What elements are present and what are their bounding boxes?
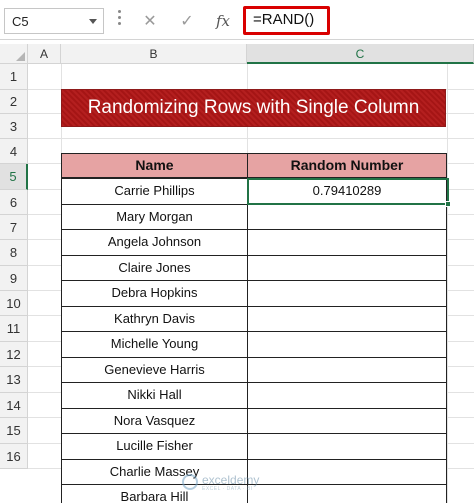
cell-random-number[interactable] bbox=[247, 407, 447, 435]
cell-random-number[interactable] bbox=[247, 433, 447, 460]
gridline bbox=[447, 64, 448, 503]
row-header-16[interactable]: 16 bbox=[0, 444, 28, 469]
cell-random-number[interactable] bbox=[247, 356, 447, 384]
cell-name[interactable]: Debra Hopkins bbox=[61, 280, 248, 307]
cell-random-number[interactable] bbox=[247, 331, 447, 358]
row-header-2[interactable]: 2 bbox=[0, 90, 28, 114]
cell-random-number[interactable] bbox=[247, 254, 447, 282]
title-text: Randomizing Rows with Single Column bbox=[87, 97, 420, 118]
watermark: exceldemy EXCEL · DATA · BI bbox=[182, 472, 292, 494]
row-header-9[interactable]: 9 bbox=[0, 266, 28, 291]
cell-name[interactable]: Carrie Phillips bbox=[61, 178, 248, 205]
cell-random-number[interactable] bbox=[247, 382, 447, 409]
column-header-b[interactable]: B bbox=[61, 44, 247, 64]
cell-name[interactable]: Lucille Fisher bbox=[61, 433, 248, 460]
fill-handle[interactable] bbox=[445, 201, 451, 207]
row-header-1[interactable]: 1 bbox=[0, 64, 28, 90]
row-header-6[interactable]: 6 bbox=[0, 190, 28, 215]
cell-name[interactable]: Genevieve Harris bbox=[61, 356, 248, 384]
row-header-13[interactable]: 13 bbox=[0, 367, 28, 393]
column-header-c[interactable]: C bbox=[247, 44, 474, 64]
title-banner: Randomizing Rows with Single Column bbox=[61, 89, 446, 127]
watermark-tagline: EXCEL · DATA · BI bbox=[202, 486, 253, 492]
row-header-3[interactable]: 3 bbox=[0, 114, 28, 139]
cell-name[interactable]: Nora Vasquez bbox=[61, 407, 248, 435]
cancel-icon[interactable]: ✕ bbox=[138, 9, 162, 33]
cell-random-number[interactable] bbox=[247, 305, 447, 333]
column-header-a[interactable]: A bbox=[28, 44, 61, 64]
table-header-name: Name bbox=[61, 153, 248, 178]
select-all-button[interactable] bbox=[0, 44, 28, 64]
cell-random-number[interactable] bbox=[247, 203, 447, 231]
row-header-8[interactable]: 8 bbox=[0, 240, 28, 266]
cell-name[interactable]: Kathryn Davis bbox=[61, 305, 248, 333]
cell-name[interactable]: Nikki Hall bbox=[61, 382, 248, 409]
row-header-7[interactable]: 7 bbox=[0, 215, 28, 240]
row-header-11[interactable]: 11 bbox=[0, 316, 28, 342]
name-box[interactable]: C5 bbox=[4, 8, 104, 34]
more-options-icon[interactable] bbox=[118, 10, 122, 30]
cell-name[interactable]: Michelle Young bbox=[61, 331, 248, 358]
select-all-icon bbox=[16, 52, 25, 61]
chevron-down-icon[interactable] bbox=[89, 19, 97, 24]
exceldemy-logo-icon bbox=[182, 474, 198, 490]
row-header-4[interactable]: 4 bbox=[0, 139, 28, 164]
row-header-14[interactable]: 14 bbox=[0, 393, 28, 418]
cell-random-number[interactable] bbox=[247, 280, 447, 307]
watermark-brand: exceldemy bbox=[202, 473, 260, 487]
formula-bar: C5 ✕ ✓ fx =RAND() bbox=[0, 0, 474, 40]
cell-name[interactable]: Claire Jones bbox=[61, 254, 248, 282]
spreadsheet-grid[interactable]: ABC 1 2 3 4 5 6 7 8 9 10 11 12 13 14 15 16 Randomizing … bbox=[0, 40, 474, 503]
enter-icon[interactable]: ✓ bbox=[175, 9, 199, 33]
row-header-12[interactable]: 12 bbox=[0, 342, 28, 367]
row-header-15[interactable]: 15 bbox=[0, 418, 28, 444]
table-header-random-number: Random Number bbox=[247, 153, 447, 178]
row-header-10[interactable]: 10 bbox=[0, 291, 28, 316]
insert-function-icon[interactable]: fx bbox=[211, 9, 235, 33]
row-header-5[interactable]: 5 bbox=[0, 164, 28, 190]
gridline bbox=[28, 138, 474, 139]
cell-random-number[interactable] bbox=[247, 229, 447, 256]
cell-name[interactable]: Mary Morgan bbox=[61, 203, 248, 231]
formula-text: =RAND() bbox=[253, 11, 315, 28]
name-box-value: C5 bbox=[12, 14, 29, 29]
cell-name[interactable]: Angela Johnson bbox=[61, 229, 248, 256]
active-cell-outline bbox=[247, 178, 449, 205]
